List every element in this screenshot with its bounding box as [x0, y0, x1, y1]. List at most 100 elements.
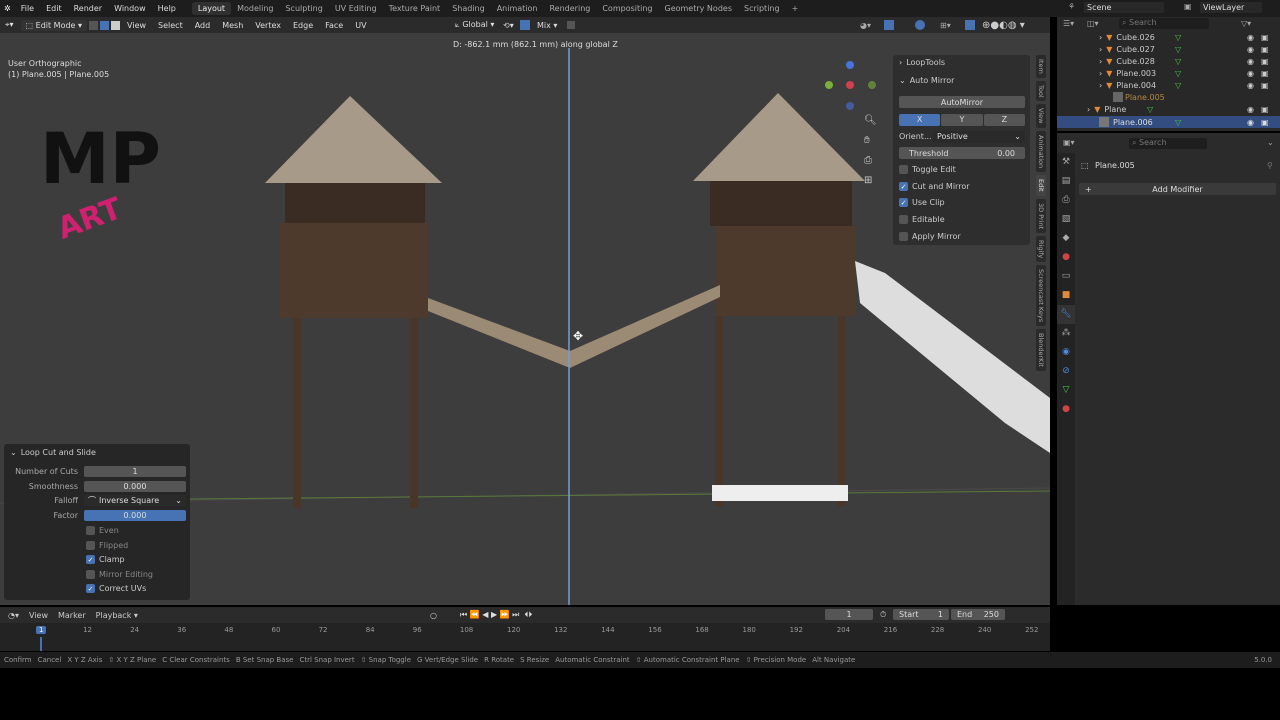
- modifier-tab-icon[interactable]: 🔧︎: [1057, 305, 1075, 324]
- orientation-selector[interactable]: ⟀ Global ▾: [450, 19, 499, 31]
- tool-tab-icon[interactable]: ⚒: [1057, 153, 1075, 172]
- tab-modeling[interactable]: Modeling: [231, 2, 279, 15]
- constraints-tab-icon[interactable]: ⊘: [1057, 362, 1075, 381]
- outliner-item-selected[interactable]: Plane.006 ▽ ◉ ▣: [1057, 116, 1280, 128]
- data-tab-icon[interactable]: ▽: [1057, 381, 1075, 400]
- outliner-item[interactable]: › ▼ Cube.026 ▽ ◉ ▣: [1057, 31, 1280, 43]
- toggle-edit-checkbox[interactable]: Toggle Edit: [899, 163, 1025, 176]
- overlay-icon[interactable]: [915, 20, 925, 30]
- auto-keying-icon[interactable]: ○: [430, 611, 437, 620]
- funnel-icon[interactable]: ▽▾: [1241, 19, 1251, 28]
- axis-x-button[interactable]: X: [899, 113, 941, 126]
- pan-hand-icon[interactable]: ✋︎: [864, 135, 870, 146]
- correct-uvs-checkbox[interactable]: ✓ Correct UVs: [86, 583, 146, 594]
- timeline-menu-marker[interactable]: Marker: [58, 611, 86, 620]
- menu-render[interactable]: Render: [68, 4, 108, 13]
- timeline-menu-view[interactable]: View: [29, 611, 48, 620]
- grid-icon[interactable]: ⊞: [864, 175, 872, 186]
- smoothness-field[interactable]: 0.000: [84, 481, 186, 492]
- threshold-field[interactable]: Threshold 0.00: [899, 147, 1025, 159]
- snap-icon[interactable]: [520, 20, 530, 30]
- camera-icon[interactable]: ⎙: [864, 155, 872, 166]
- camera-icon[interactable]: ▣: [1261, 81, 1269, 90]
- shading-modes-icon[interactable]: ⊕●◐◍ ▾: [982, 20, 1025, 31]
- menu-edit[interactable]: Edit: [40, 4, 68, 13]
- axis-z-button[interactable]: Z: [983, 113, 1025, 126]
- factor-field[interactable]: 0.000: [84, 510, 186, 521]
- apply-mirror-checkbox[interactable]: Apply Mirror: [899, 230, 1025, 243]
- flipped-checkbox[interactable]: Flipped: [86, 540, 128, 551]
- menu-add[interactable]: Add: [190, 20, 216, 31]
- pin-icon[interactable]: ⚲: [1267, 161, 1273, 170]
- outliner-item[interactable]: › ▼ Cube.028 ▽ ◉ ▣: [1057, 55, 1280, 67]
- eye-icon[interactable]: ◉: [1247, 57, 1254, 66]
- timeline-ruler[interactable]: 1 12 24 36 48 60 72 84 96 108 120 132 144 156 168 180 19…: [0, 623, 1050, 651]
- proportional-edit-icon[interactable]: [567, 21, 575, 29]
- eye-icon[interactable]: ◉: [1247, 69, 1254, 78]
- scene-selector[interactable]: Scene: [1084, 2, 1164, 13]
- gizmo-icon[interactable]: [884, 20, 894, 30]
- material-tab-icon[interactable]: ●: [1057, 400, 1075, 419]
- even-checkbox[interactable]: Even: [86, 525, 119, 536]
- sidebar-tab-animation[interactable]: Animation: [1036, 130, 1046, 173]
- operator-panel-header[interactable]: ⌄ Loop Cut and Slide: [10, 447, 96, 458]
- auto-mirror-header[interactable]: ⌄ Auto Mirror: [899, 74, 1025, 87]
- outliner-search-input[interactable]: ⌕ Search: [1119, 18, 1209, 29]
- automirror-button[interactable]: AutoMirror: [899, 96, 1025, 108]
- object-tab-icon[interactable]: ■: [1057, 286, 1075, 305]
- menu-file[interactable]: File: [15, 4, 40, 13]
- sidebar-tab-rigify[interactable]: Rigify: [1036, 235, 1046, 263]
- mesh-overlay-icon[interactable]: ⊞▾: [940, 21, 951, 30]
- add-workspace-button[interactable]: +: [786, 2, 805, 15]
- outliner-item[interactable]: › ▼ Cube.027 ▽ ◉ ▣: [1057, 43, 1280, 55]
- camera-icon[interactable]: ▣: [1261, 45, 1269, 54]
- playback-controls[interactable]: ⏮ ⏪ ◀ ▶ ⏩ ⏭ ⏴⏵: [460, 610, 532, 620]
- blender-logo-icon[interactable]: ✲: [0, 4, 15, 13]
- use-clip-checkbox[interactable]: ✓ Use Clip: [899, 196, 1025, 209]
- zoom-icon[interactable]: 🔍︎: [864, 115, 877, 126]
- eye-icon[interactable]: ◉: [1247, 45, 1254, 54]
- falloff-dropdown[interactable]: ⌒ Inverse Square ⌄: [84, 495, 186, 506]
- tab-shading[interactable]: Shading: [446, 2, 491, 15]
- playhead-frame[interactable]: 1: [36, 626, 47, 634]
- menu-vertex[interactable]: Vertex: [250, 20, 286, 31]
- mirror-editing-checkbox[interactable]: Mirror Editing: [86, 569, 153, 580]
- axis-y-button[interactable]: Y: [941, 113, 983, 126]
- camera-icon[interactable]: ▣: [1261, 33, 1269, 42]
- add-modifier-button[interactable]: + Add Modifier: [1079, 183, 1276, 195]
- view-layer-selector[interactable]: ViewLayer: [1200, 2, 1262, 13]
- menu-select[interactable]: Select: [153, 20, 188, 31]
- eye-icon[interactable]: ◉: [1247, 118, 1254, 127]
- tab-geometry-nodes[interactable]: Geometry Nodes: [659, 2, 738, 15]
- editor-type-icon[interactable]: ▣▾: [1063, 138, 1075, 147]
- cut-and-mirror-checkbox[interactable]: ✓ Cut and Mirror: [899, 180, 1025, 193]
- tab-texture-paint[interactable]: Texture Paint: [383, 2, 447, 15]
- render-tab-icon[interactable]: ▤: [1057, 172, 1075, 191]
- menu-help[interactable]: Help: [152, 4, 182, 13]
- sidebar-tab-screencast-keys[interactable]: Screencast Keys: [1036, 265, 1046, 327]
- eye-icon[interactable]: ◉: [1247, 105, 1254, 114]
- end-frame-field[interactable]: End 250: [951, 609, 1005, 620]
- camera-icon[interactable]: ▣: [1261, 69, 1269, 78]
- face-select-icon[interactable]: [111, 20, 121, 30]
- camera-icon[interactable]: ▣: [1261, 57, 1269, 66]
- tab-rendering[interactable]: Rendering: [543, 2, 596, 15]
- sidebar-tab-view[interactable]: View: [1036, 104, 1046, 128]
- outliner-item[interactable]: › ▼ Plane.003 ▽ ◉ ▣: [1057, 67, 1280, 79]
- output-tab-icon[interactable]: ⎙: [1057, 191, 1075, 210]
- sidebar-tab-item[interactable]: Item: [1036, 55, 1046, 78]
- outliner-item[interactable]: › ▼ Plane ▽ ◉ ▣: [1057, 103, 1280, 115]
- playhead-line[interactable]: [40, 637, 42, 651]
- camera-icon[interactable]: ▣: [1261, 118, 1269, 127]
- world-tab-icon[interactable]: ●: [1057, 248, 1075, 267]
- scene-tab-icon[interactable]: ◆: [1057, 229, 1075, 248]
- sidebar-tab-tool[interactable]: Tool: [1036, 80, 1046, 102]
- number-of-cuts-field[interactable]: 1: [84, 466, 186, 477]
- orientation-dropdown[interactable]: Positive ⌄: [933, 130, 1025, 143]
- sidebar-tab-3d-print[interactable]: 3D Print: [1036, 198, 1046, 233]
- start-frame-field[interactable]: Start 1: [893, 609, 949, 620]
- menu-face[interactable]: Face: [320, 20, 348, 31]
- xray-icon[interactable]: [965, 20, 975, 30]
- tab-animation[interactable]: Animation: [491, 2, 544, 15]
- stopwatch-icon[interactable]: ⏱: [880, 610, 886, 620]
